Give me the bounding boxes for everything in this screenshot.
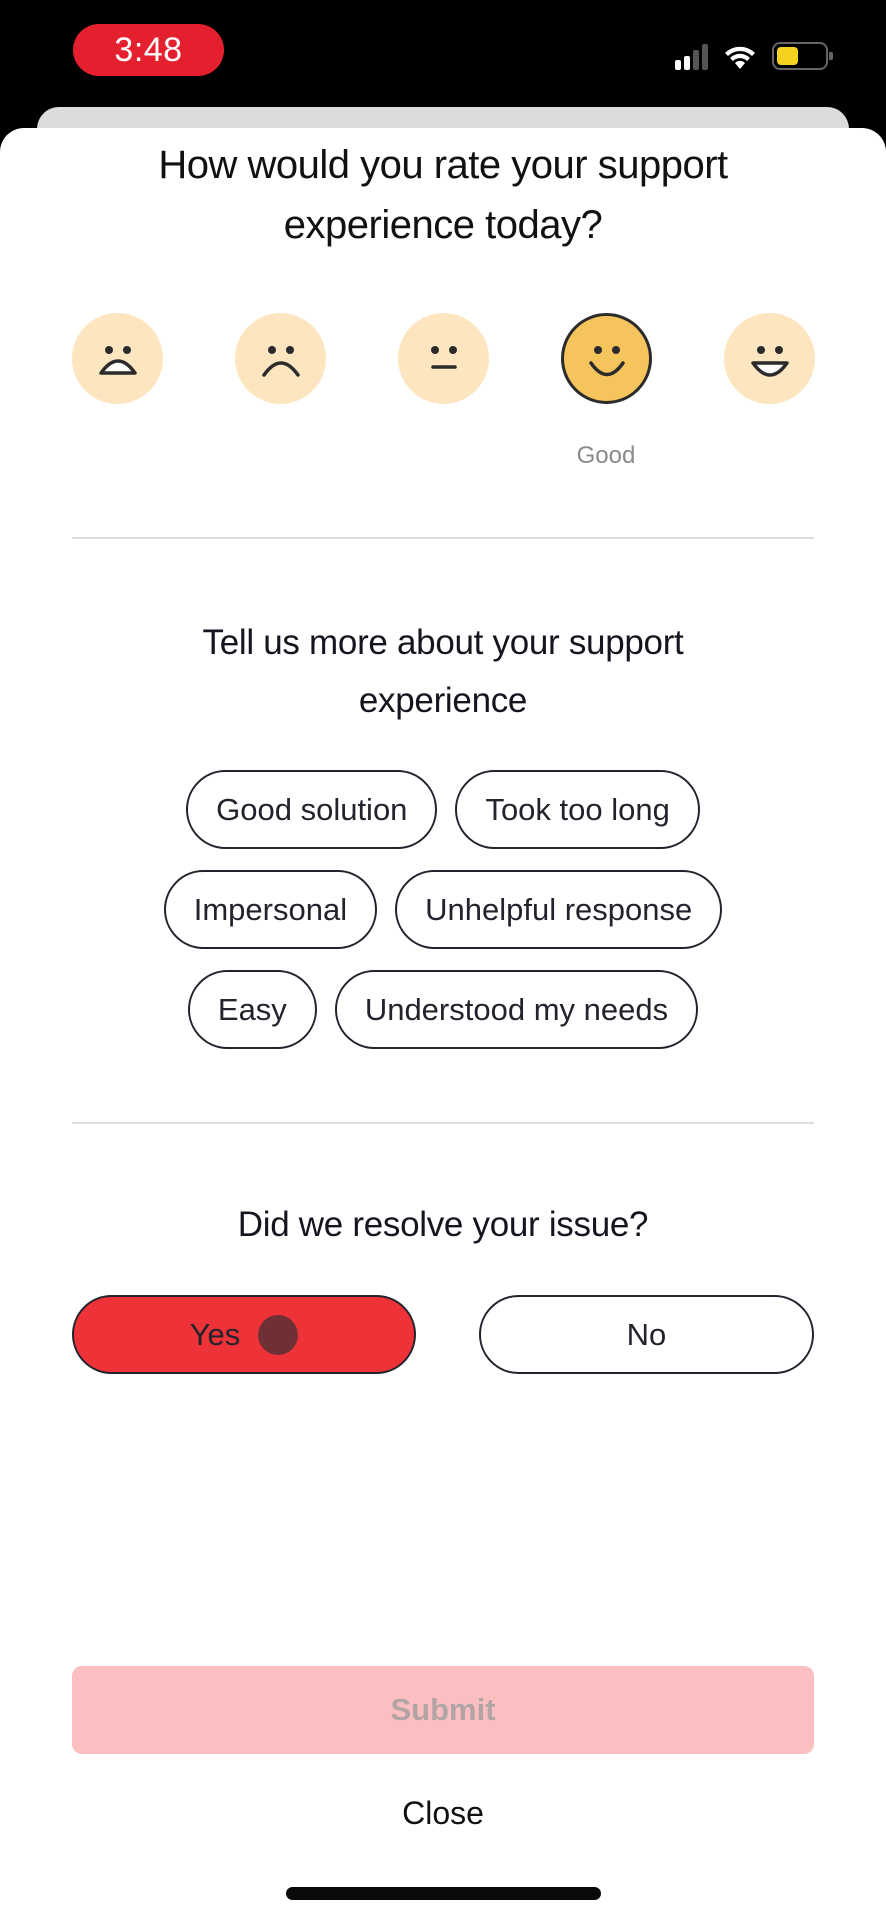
chip-row: Easy Understood my needs [0,970,886,1049]
chip-understood-my-needs[interactable]: Understood my needs [334,970,699,1049]
divider [72,1122,814,1124]
yes-label: Yes [189,1316,241,1352]
feedback-title-line1: Tell us more about your support [202,623,684,662]
home-indicator[interactable] [286,1887,601,1900]
rating-option-very-bad[interactable] [72,313,163,404]
rating-option-very-good[interactable] [724,313,815,404]
no-label: No [626,1316,667,1352]
chip-unhelpful-response[interactable]: Unhelpful response [395,870,723,949]
no-button[interactable]: No [479,1295,814,1374]
sad-face-icon [262,346,300,377]
rating-title: How would you rate your support experien… [0,135,886,255]
neutral-face-icon [431,346,457,369]
status-icons [675,40,833,72]
rating-title-line2: experience today? [283,203,603,247]
feedback-title: Tell us more about your support experien… [0,614,886,730]
very-sad-face-icon [99,346,137,375]
divider [72,537,814,539]
yes-button[interactable]: Yes [72,1295,416,1374]
touch-indicator [258,1314,299,1355]
feedback-title-line2: experience [358,681,528,720]
close-button[interactable]: Close [0,1795,886,1832]
battery-icon [772,42,833,70]
rating-option-neutral[interactable] [398,313,489,404]
chip-took-too-long[interactable]: Took too long [455,770,700,849]
very-happy-face-icon [751,346,789,377]
status-time: 3:48 [73,24,224,76]
rating-option-good[interactable] [561,313,652,404]
rating-title-line1: How would you rate your support [158,143,728,187]
selected-rating-label: Good [576,442,636,469]
rating-option-bad[interactable] [235,313,326,404]
happy-face-icon [589,346,625,377]
chip-row: Impersonal Unhelpful response [0,870,886,949]
chip-good-solution[interactable]: Good solution [186,770,438,849]
wifi-icon [725,46,755,69]
chip-row: Good solution Took too long [0,770,886,849]
submit-button[interactable]: Submit [72,1666,814,1754]
chip-impersonal[interactable]: Impersonal [163,870,378,949]
resolution-question: Did we resolve your issue? [237,1205,649,1244]
chip-easy[interactable]: Easy [187,970,317,1049]
cellular-signal-icon [675,42,708,70]
